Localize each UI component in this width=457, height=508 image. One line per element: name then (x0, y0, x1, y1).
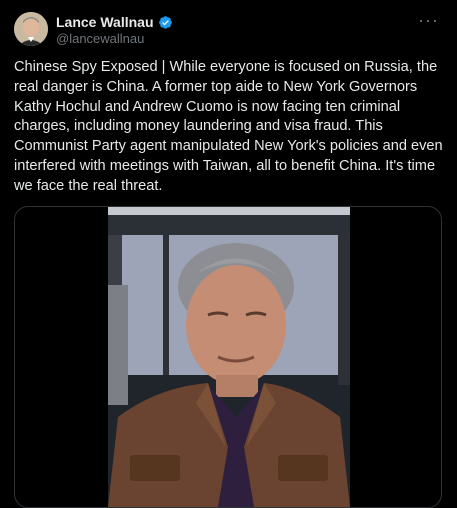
author-display-name[interactable]: Lance Wallnau (56, 14, 154, 30)
tweet-header: Lance Wallnau @lancewallnau ··· (14, 10, 443, 48)
verified-badge-icon (158, 15, 172, 29)
video-thumbnail[interactable] (108, 207, 350, 507)
avatar[interactable] (14, 12, 48, 46)
more-horizontal-icon[interactable]: ··· (418, 10, 439, 31)
tweet-text: Chinese Spy Exposed | While everyone is … (14, 59, 447, 194)
author-handle[interactable]: @lancewallnau (56, 31, 144, 46)
tweet-media[interactable] (14, 206, 442, 508)
